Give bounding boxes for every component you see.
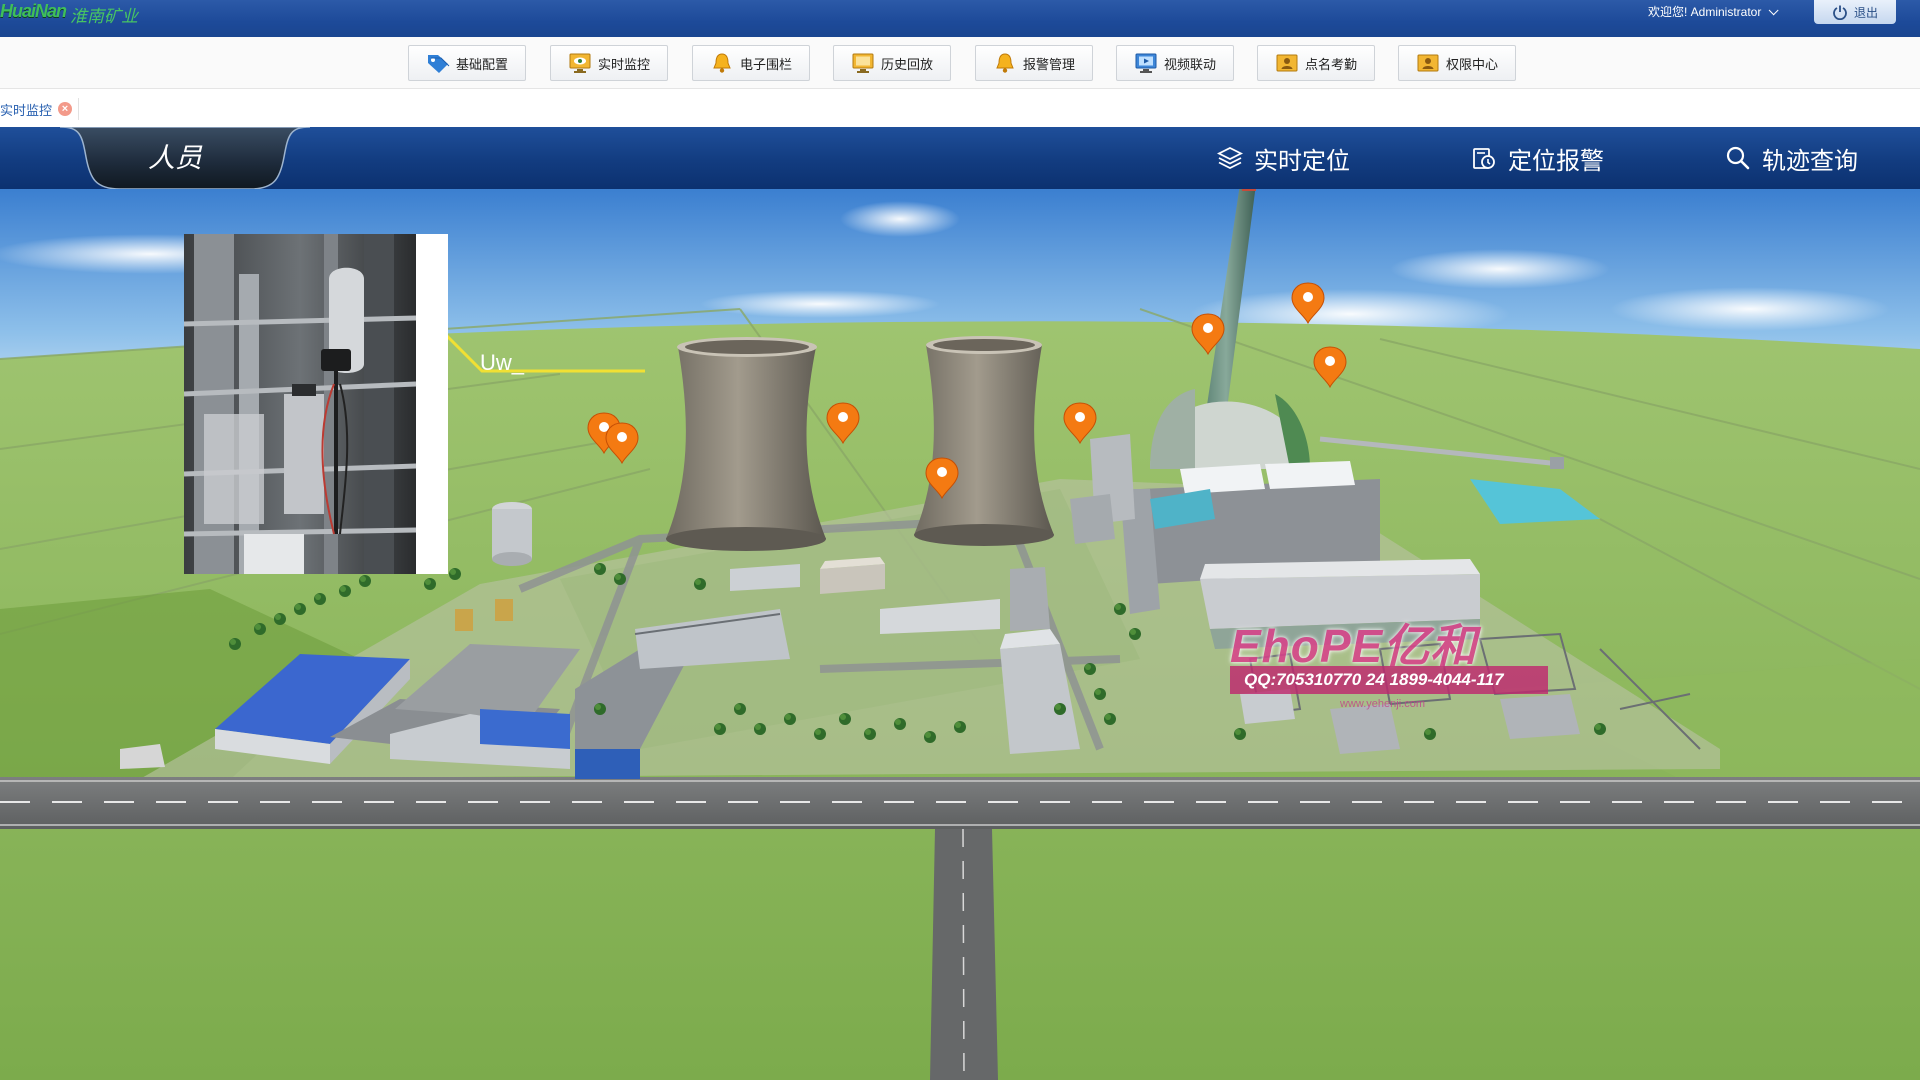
tab-label: 实时监控 [0,102,53,118]
layers-icon [1216,146,1244,170]
close-icon[interactable]: × [58,102,73,116]
id-card-icon [1276,54,1298,72]
alarm-doc-icon [1473,148,1495,169]
power-icon [1833,5,1847,20]
search-icon [1726,146,1750,170]
logout-button[interactable]: 退出 [1814,0,1896,24]
category-tab-personnel[interactable]: 人员 [110,138,240,180]
video-monitor-icon [1135,53,1157,73]
tag-icon [427,55,450,73]
toolbar-label: 电子围栏 [739,56,792,72]
logo-name: 淮南矿业 [70,7,139,27]
toolbar-button-roll-call[interactable]: 点名考勤 [1257,45,1375,81]
company-logo: HuaiNan 淮南矿业 [0,0,138,37]
toolbar-label: 视频联动 [1163,56,1216,72]
toolbar-button-alarm-management[interactable]: 报警管理 [975,45,1093,81]
chevron-down-icon [1769,4,1779,15]
id-card-icon [1417,54,1439,72]
welcome-text: 欢迎您! Administrator [1648,5,1762,19]
toolbar-label: 报警管理 [1022,56,1075,72]
monitor-eye-icon [569,53,591,73]
toolbar-button-permission-center[interactable]: 权限中心 [1398,45,1516,81]
toolbar-label: 历史回放 [880,56,933,72]
tab-realtime-monitor[interactable]: 实时监控 × [0,98,80,120]
main-toolbar: 基础配置 实时监控 电子围栏 历史回放 报警管理 视频联动 点名考勤 权限中心 [0,37,1920,89]
toolbar-button-basic-config[interactable]: 基础配置 [408,45,526,81]
toolbar-button-history-replay[interactable]: 历史回放 [833,45,951,81]
device-photo-inset [184,234,448,574]
tab-strip: 实时监控 × [0,89,1920,127]
callout-label: Uw_ [480,350,525,375]
logo-mark: HuaiNan [0,0,67,21]
nav-realtime-location[interactable]: 实时定位 [1216,127,1350,189]
toolbar-label: 实时监控 [597,56,650,72]
nav-label: 轨迹查询 [1762,147,1858,175]
toolbar-label: 点名考勤 [1304,56,1357,72]
logout-label: 退出 [1853,5,1878,20]
nav-track-query[interactable]: 轨迹查询 [1724,127,1858,189]
toolbar-button-video-linkage[interactable]: 视频联动 [1116,45,1234,81]
toolbar-button-e-fence[interactable]: 电子围栏 [692,45,810,81]
nav-location-alarm[interactable]: 定位报警 [1470,127,1604,189]
nav-label: 实时定位 [1254,147,1350,175]
toolbar-label: 基础配置 [455,56,508,72]
bell-icon [996,53,1014,73]
monitor-icon [852,53,874,73]
top-header: HuaiNan 淮南矿业 欢迎您! Administrator 退出 [0,0,1920,37]
nav-label: 定位报警 [1508,147,1604,175]
bell-icon [713,53,731,73]
toolbar-label: 权限中心 [1445,56,1498,72]
base-station-photo [184,234,448,574]
user-menu[interactable]: 欢迎您! Administrator [1648,0,1779,24]
toolbar-button-realtime-monitor[interactable]: 实时监控 [550,45,668,81]
